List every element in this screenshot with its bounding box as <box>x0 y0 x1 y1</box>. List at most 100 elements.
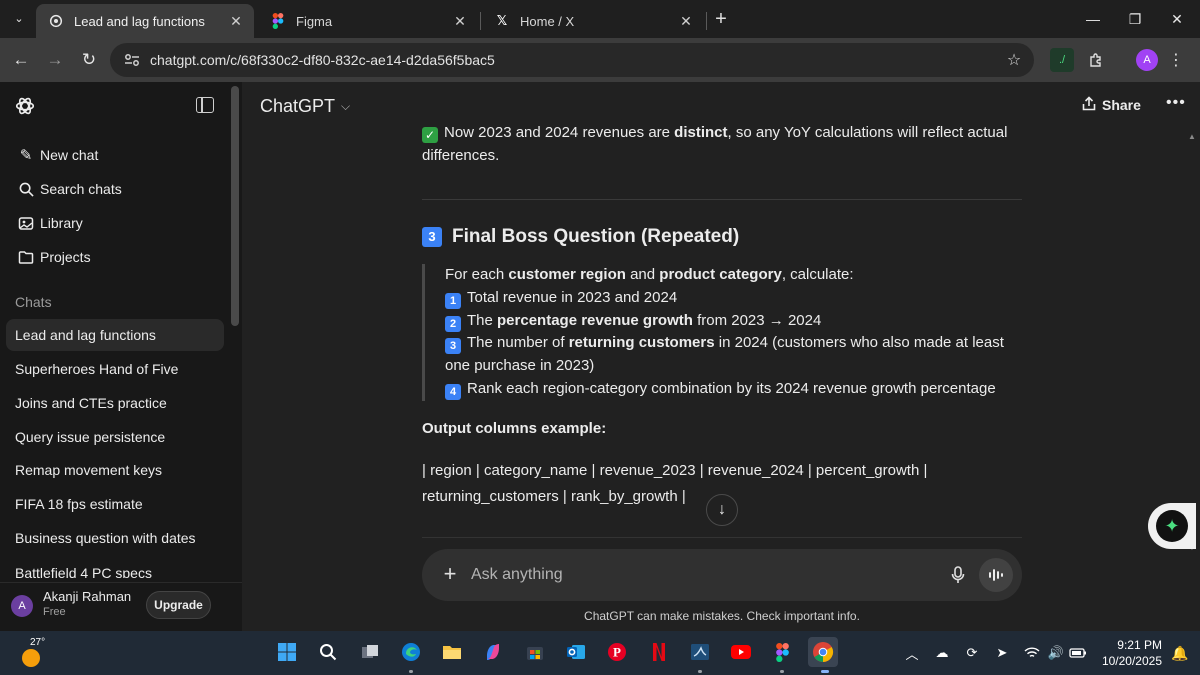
edit-icon: ✎ <box>19 147 33 164</box>
search-chats-button[interactable]: Search chats <box>6 173 224 205</box>
share-button[interactable]: Share <box>1082 96 1141 114</box>
sync-icon[interactable]: ⟳ <box>962 643 982 663</box>
section-heading: 3 Final Boss Question (Repeated) <box>422 226 739 249</box>
prompt-input[interactable] <box>471 563 891 587</box>
tab-close-icon[interactable]: ✕ <box>226 11 246 31</box>
temperature: 27° <box>30 637 46 648</box>
add-attachment-icon[interactable]: + <box>438 561 462 586</box>
search-icon <box>16 179 36 199</box>
chatgpt-logo-icon[interactable] <box>14 95 36 117</box>
quote-item: 3 The number of returning customers in 20… <box>445 332 1022 378</box>
tab-close-icon[interactable]: ✕ <box>450 11 470 31</box>
quote-item: 2 The percentage revenue growth from 2023… <box>445 310 1022 333</box>
notifications-bell-icon[interactable]: 🔔 <box>1170 643 1190 663</box>
task-view-icon[interactable] <box>357 639 383 665</box>
number-badge-icon: 4 <box>445 383 461 400</box>
browser-menu-icon[interactable]: ⋮ <box>1164 48 1188 72</box>
chatgpt-favicon-icon <box>48 13 64 29</box>
microsoft-store-icon[interactable] <box>522 639 548 665</box>
chat-item[interactable]: Joins and CTEs practice <box>6 387 224 419</box>
floating-assistant-button[interactable]: ✦ <box>1148 503 1196 549</box>
upgrade-button[interactable]: Upgrade <box>146 591 211 619</box>
copilot-icon[interactable] <box>480 639 506 665</box>
wifi-icon[interactable] <box>1022 643 1042 663</box>
bookmark-star-icon[interactable]: ☆ <box>1004 50 1024 70</box>
sidebar: ✎ New chat Search chats Library Projects… <box>0 82 242 631</box>
model-title: ChatGPT <box>260 96 336 116</box>
url-text: chatgpt.com/c/68f330c2-df80-832c-ae14-d2… <box>150 52 495 68</box>
folder-icon <box>16 247 36 267</box>
search-chats-label: Search chats <box>40 181 122 197</box>
sidebar-scrollbar[interactable] <box>231 86 239 326</box>
composer: + <box>422 549 1022 601</box>
weather-widget[interactable]: 27° <box>18 635 58 671</box>
browser-tab-x[interactable]: 𝕏 Home / X ✕ <box>482 4 704 38</box>
tab-close-icon[interactable]: ✕ <box>676 11 696 31</box>
minimize-icon[interactable]: — <box>1078 6 1108 32</box>
system-clock[interactable]: 9:21 PM 10/20/2025 <box>1096 637 1162 669</box>
microphone-icon[interactable] <box>946 563 970 587</box>
taskbar-search-icon[interactable] <box>315 639 341 665</box>
address-bar[interactable]: chatgpt.com/c/68f330c2-df80-832c-ae14-d2… <box>110 43 1034 77</box>
profile-avatar[interactable]: A <box>1136 49 1158 71</box>
scroll-up-icon[interactable]: ▲ <box>1188 132 1196 141</box>
show-hidden-icons-chevron-icon[interactable]: ︿ <box>902 643 922 663</box>
outlook-icon[interactable] <box>563 639 589 665</box>
tab-title: Figma <box>296 13 333 29</box>
pinterest-icon[interactable]: P <box>604 639 630 665</box>
user-plan: Free <box>43 606 66 618</box>
number-badge-icon: 1 <box>445 292 461 309</box>
new-tab-icon[interactable]: + <box>710 8 732 30</box>
bold-text: returning customers <box>568 334 715 352</box>
sql-server-icon[interactable] <box>687 639 713 665</box>
user-avatar: A <box>11 595 33 617</box>
back-icon[interactable]: ← <box>8 47 34 73</box>
chat-item[interactable]: Superheroes Hand of Five <box>6 353 224 385</box>
extension-terminal-icon[interactable]: ./ <box>1050 48 1074 72</box>
youtube-icon[interactable] <box>728 639 754 665</box>
chat-item[interactable]: Remap movement keys <box>6 454 224 486</box>
chat-item[interactable]: Battlefield 4 PC specs <box>6 556 224 578</box>
netflix-icon[interactable] <box>646 639 672 665</box>
main-scrollbar[interactable]: ▲ ▼ <box>1188 132 1196 552</box>
user-account-area[interactable]: A Akanji Rahman Free Upgrade <box>0 582 242 631</box>
projects-button[interactable]: Projects <box>6 241 224 273</box>
battery-icon[interactable] <box>1068 643 1088 663</box>
chat-item-lead-and-lag[interactable]: Lead and lag functions <box>6 319 224 351</box>
new-chat-button[interactable]: ✎ New chat <box>6 139 224 171</box>
library-button[interactable]: Library <box>6 207 224 239</box>
more-options-icon[interactable]: ••• <box>1166 94 1186 112</box>
tab-search-dropdown-icon[interactable]: ⌄ <box>8 7 30 29</box>
volume-icon[interactable]: 🔊 <box>1046 643 1066 663</box>
edge-browser-icon[interactable] <box>398 639 424 665</box>
figma-app-icon[interactable] <box>769 639 795 665</box>
window-close-icon[interactable]: ✕ <box>1162 6 1192 32</box>
browser-tab-chatgpt[interactable]: Lead and lag functions ✕ <box>36 4 254 38</box>
file-explorer-icon[interactable] <box>439 639 465 665</box>
chat-item[interactable]: FIFA 18 fps estimate <box>6 488 224 520</box>
restore-icon[interactable]: ❐ <box>1120 6 1150 32</box>
sidebar-toggle-icon[interactable] <box>196 97 214 113</box>
voice-mode-icon[interactable] <box>979 558 1013 592</box>
new-chat-label: New chat <box>40 147 99 163</box>
scroll-to-bottom-button[interactable]: ↓ <box>706 494 738 526</box>
x-icon: 𝕏 <box>496 13 508 28</box>
running-indicator <box>780 670 784 673</box>
clock-date: 10/20/2025 <box>1101 654 1162 668</box>
browser-tab-figma[interactable]: Figma ✕ <box>258 4 478 38</box>
forward-icon[interactable]: → <box>42 47 68 73</box>
extensions-puzzle-icon[interactable] <box>1084 48 1108 72</box>
reload-icon[interactable]: ↻ <box>76 47 102 73</box>
sparkle-icon: ✦ <box>1156 510 1188 542</box>
chat-item[interactable]: Query issue persistence <box>6 421 224 453</box>
chat-item[interactable]: Business question with dates <box>6 522 224 554</box>
model-selector[interactable]: ChatGPT ⌵ <box>260 96 350 117</box>
divider <box>422 199 1022 200</box>
site-settings-icon[interactable] <box>122 50 142 70</box>
windows-start-icon[interactable] <box>274 639 300 665</box>
tab-title: Home / X <box>520 13 575 29</box>
send-icon[interactable]: ➤ <box>992 643 1012 663</box>
disclaimer: ChatGPT can make mistakes. Check importa… <box>584 609 860 623</box>
chrome-icon[interactable] <box>808 637 838 667</box>
cloud-sync-icon[interactable]: ☁ <box>932 643 952 663</box>
